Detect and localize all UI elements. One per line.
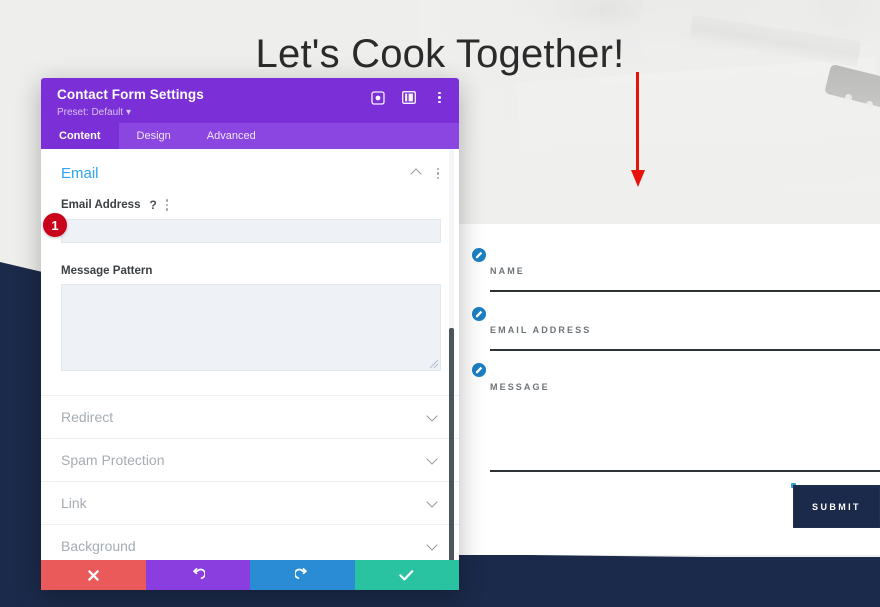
email-section: Email Email Address ? Message Pattern <box>41 149 459 371</box>
focus-target-icon[interactable] <box>370 90 385 105</box>
accordion-row-link[interactable]: Link <box>41 481 459 524</box>
chevron-up-icon[interactable] <box>412 170 423 177</box>
accordion-label: Redirect <box>61 409 114 425</box>
email-address-input[interactable] <box>61 219 441 243</box>
modal-preset-selector[interactable]: Preset: Default ▾ <box>57 105 445 120</box>
step-number-badge: 1 <box>43 213 67 237</box>
email-address-label: Email Address <box>61 199 141 211</box>
accordion-sections: Redirect Spam Protection Link Background… <box>41 395 459 573</box>
discard-button[interactable] <box>41 560 146 590</box>
modal-scrollbar-thumb[interactable] <box>449 328 454 578</box>
email-section-title: Email <box>61 165 99 182</box>
undo-button[interactable] <box>145 560 250 590</box>
accordion-label: Spam Protection <box>61 452 165 468</box>
preset-label: Preset: Default <box>57 107 124 118</box>
email-section-icons <box>412 167 442 180</box>
message-pattern-textarea[interactable] <box>61 284 441 371</box>
chevron-down-icon <box>428 543 439 550</box>
chevron-down-icon <box>428 457 439 464</box>
email-section-header[interactable]: Email <box>61 165 441 182</box>
accordion-label: Link <box>61 495 87 511</box>
modal-footer <box>41 560 459 590</box>
tab-design[interactable]: Design <box>119 123 189 149</box>
email-address-label-row: Email Address ? <box>61 198 441 212</box>
accordion-row-spam-protection[interactable]: Spam Protection <box>41 438 459 481</box>
field-underline <box>490 470 880 472</box>
chevron-down-icon <box>428 500 439 507</box>
message-pattern-label: Message Pattern <box>61 265 153 277</box>
field-label: EMAIL ADDRESS <box>490 325 592 335</box>
pencil-edit-icon[interactable] <box>472 248 486 262</box>
more-vertical-icon[interactable] <box>165 199 169 211</box>
tab-content[interactable]: Content <box>41 123 119 149</box>
layout-columns-icon[interactable] <box>401 90 416 105</box>
form-field-name[interactable]: NAME <box>490 266 880 292</box>
save-button[interactable] <box>354 560 459 590</box>
form-field-email[interactable]: EMAIL ADDRESS <box>490 325 880 351</box>
field-underline <box>490 290 880 292</box>
page-title: Let's Cook Together! <box>255 32 625 76</box>
tab-advanced[interactable]: Advanced <box>189 123 274 149</box>
contact-form-settings-modal: Contact Form Settings Preset: Default ▾ <box>41 78 459 590</box>
accordion-row-redirect[interactable]: Redirect <box>41 395 459 438</box>
form-field-message[interactable]: MESSAGE <box>490 382 880 472</box>
field-label: MESSAGE <box>490 382 550 392</box>
accordion-label: Background <box>61 538 136 554</box>
arrow-shaft <box>636 72 639 177</box>
arrow-head <box>631 170 645 187</box>
down-arrow-icon <box>630 72 646 190</box>
chevron-down-icon <box>428 414 439 421</box>
more-vertical-icon[interactable] <box>432 90 447 105</box>
question-mark-icon[interactable]: ? <box>149 198 156 212</box>
submit-button[interactable]: SUBMIT <box>793 485 880 528</box>
field-underline <box>490 349 880 351</box>
more-vertical-icon[interactable] <box>436 167 439 180</box>
resize-grip-icon[interactable] <box>430 360 438 368</box>
modal-header-icons <box>370 90 447 105</box>
chevron-down-icon: ▾ <box>125 107 131 118</box>
modal-tabs: Content Design Advanced <box>41 123 459 149</box>
pencil-edit-icon[interactable] <box>472 307 486 321</box>
modal-header: Contact Form Settings Preset: Default ▾ <box>41 78 459 123</box>
pencil-edit-icon[interactable] <box>472 363 486 377</box>
modal-body: Email Email Address ? Message Pattern Re… <box>41 149 459 573</box>
redo-button[interactable] <box>250 560 355 590</box>
field-label: NAME <box>490 266 525 276</box>
